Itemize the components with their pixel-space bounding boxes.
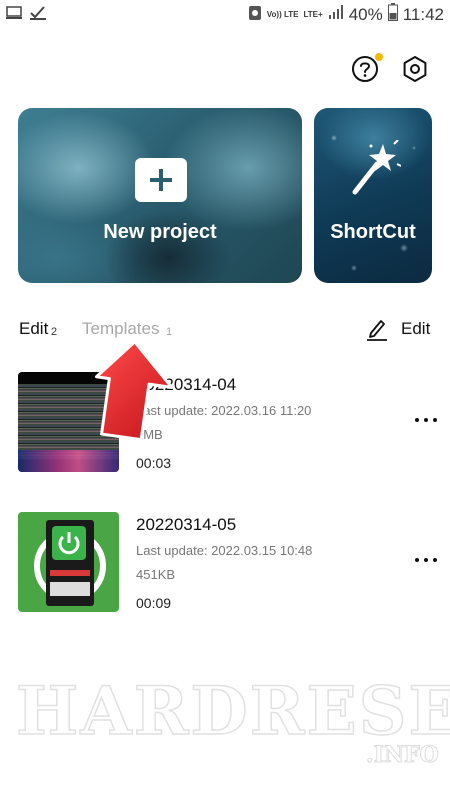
edit-projects-button[interactable]: Edit bbox=[366, 316, 436, 342]
status-bar: Vo)) LTE LTE+ 40% 11:42 bbox=[0, 0, 450, 32]
notification-dot bbox=[375, 53, 383, 61]
shortcut-label: ShortCut bbox=[330, 221, 416, 243]
battery-percent: 40% bbox=[348, 4, 383, 24]
status-bar-right: Vo)) LTE LTE+ 40% 11:42 bbox=[248, 3, 444, 26]
tab-templates-count: 1 bbox=[166, 326, 173, 338]
project-row[interactable]: 20220314-05 Last update: 2022.03.15 10:4… bbox=[0, 510, 450, 620]
project-thumbnail bbox=[18, 512, 119, 612]
watermark: HARDRESET bbox=[15, 671, 450, 751]
more-options-button[interactable] bbox=[410, 550, 442, 570]
alarm-icon bbox=[248, 3, 262, 26]
status-bar-left bbox=[6, 6, 46, 25]
volte-indicator: Vo)) LTE bbox=[266, 9, 299, 19]
project-name: 20220314-05 bbox=[136, 515, 237, 534]
new-project-label: New project bbox=[103, 221, 217, 243]
watermark-sub: .INFO bbox=[366, 742, 440, 769]
signal-icon bbox=[328, 4, 344, 25]
settings-icon bbox=[403, 56, 427, 82]
red-arrow-annotation bbox=[94, 340, 174, 442]
more-horizontal-icon bbox=[415, 558, 437, 562]
more-options-button[interactable] bbox=[410, 410, 442, 430]
clock: 11:42 bbox=[402, 4, 444, 24]
lte-indicator: LTE+ bbox=[303, 9, 323, 19]
pencil-icon bbox=[367, 320, 387, 341]
project-last-update: Last update: 2022.03.15 10:48 bbox=[136, 543, 313, 558]
tab-edit-count: 2 bbox=[51, 326, 58, 338]
shortcut-card[interactable]: ShortCut bbox=[314, 108, 432, 283]
settings-button[interactable] bbox=[400, 54, 430, 84]
power-icon bbox=[52, 526, 86, 560]
battery-icon bbox=[387, 3, 398, 26]
more-horizontal-icon bbox=[415, 418, 437, 422]
project-row[interactable]: 20220314-04 Last update: 2022.03.16 11:2… bbox=[0, 370, 450, 480]
plus-icon bbox=[135, 158, 187, 202]
project-size: 451KB bbox=[136, 567, 176, 582]
tab-templates[interactable]: Templates bbox=[82, 319, 159, 339]
edit-action-label: Edit bbox=[401, 319, 431, 338]
screen-icon bbox=[6, 6, 22, 25]
tab-edit[interactable]: Edit bbox=[19, 319, 48, 339]
new-project-card[interactable]: New project bbox=[18, 108, 302, 283]
checkmark-icon bbox=[30, 6, 46, 25]
magic-wand-icon bbox=[352, 140, 401, 195]
project-duration: 00:03 bbox=[136, 455, 172, 471]
project-duration: 00:09 bbox=[136, 595, 172, 611]
